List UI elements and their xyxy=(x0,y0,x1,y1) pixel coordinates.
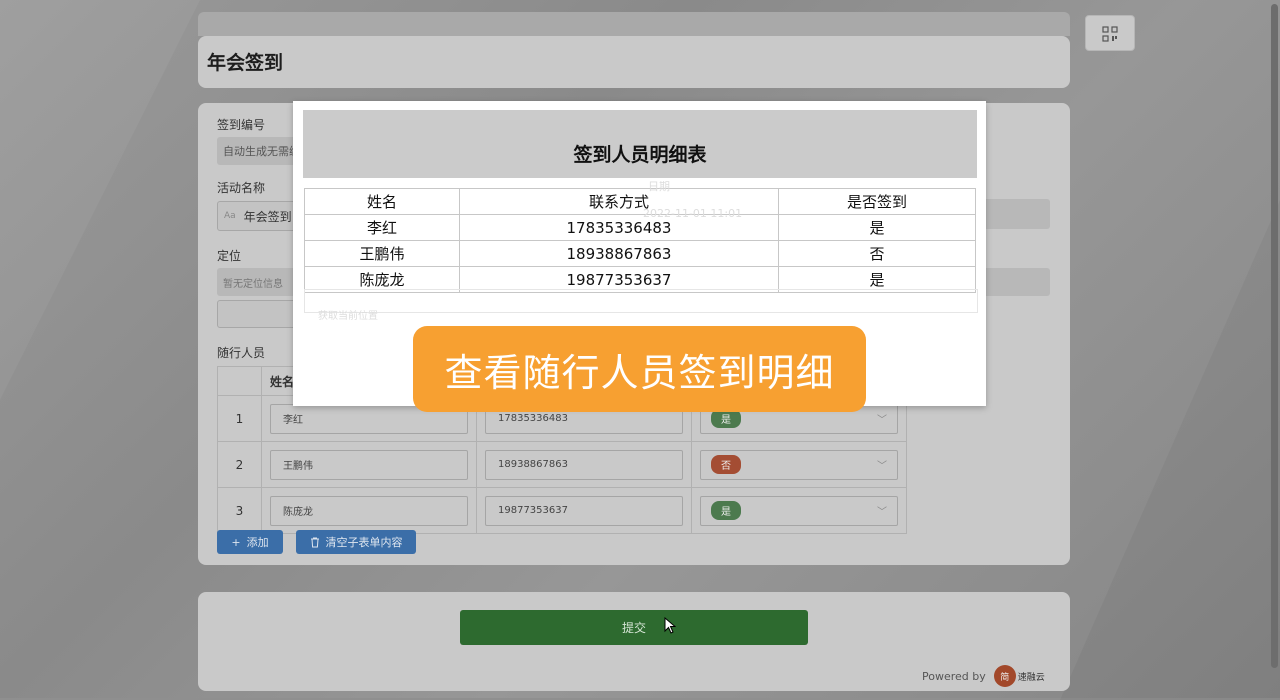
trash-icon xyxy=(310,537,319,547)
powered-by: Powered by 简 速融云 xyxy=(922,665,1045,687)
submit-label: 提交 xyxy=(621,621,646,635)
location-placeholder: 暂无定位信息 xyxy=(223,278,283,290)
ghost-date-value: 2022-11-01 11:01 xyxy=(643,207,743,220)
header-strip xyxy=(198,12,1070,36)
caption-banner: 查看随行人员签到明细 xyxy=(413,326,866,412)
add-row-label: 添加 xyxy=(246,536,269,549)
background-shape xyxy=(1060,200,1280,700)
ghost-date-label: 日期 xyxy=(648,180,670,193)
table-row: 2 王鹏伟 18938867863 否 ﹀ xyxy=(217,441,907,488)
sign-no-label: 签到编号 xyxy=(217,118,266,132)
row-index: 2 xyxy=(217,441,262,488)
detail-header-name: 姓名 xyxy=(304,188,460,215)
detail-header-signed: 是否签到 xyxy=(778,188,976,215)
qr-code-icon xyxy=(1102,26,1118,42)
index-header xyxy=(217,366,262,396)
table-row: 3 陈庞龙 19877353637 是 ﹀ xyxy=(217,487,907,534)
location-label: 定位 xyxy=(217,249,242,263)
detail-row: 王鹏伟 18938867863 否 xyxy=(304,240,976,267)
detail-cell: 李红 xyxy=(304,214,460,241)
status-badge: 否 xyxy=(711,455,741,474)
name-input[interactable]: 王鹏伟 xyxy=(270,449,468,480)
name-input[interactable]: 陈庞龙 xyxy=(270,495,468,526)
detail-cell: 是 xyxy=(778,214,976,241)
detail-table: 姓名 联系方式 是否签到 李红 17835336483 是 王鹏伟 189388… xyxy=(304,188,976,293)
text-type-icon: Aa xyxy=(224,211,236,221)
qr-code-button[interactable] xyxy=(1085,15,1135,51)
row-index: 1 xyxy=(217,395,262,442)
phone-input[interactable]: 19877353637 xyxy=(485,495,683,526)
vertical-scrollbar[interactable] xyxy=(1271,4,1278,668)
mouse-cursor-icon xyxy=(664,617,676,634)
submit-button[interactable]: 提交 xyxy=(460,610,808,645)
title-card: 年会签到 xyxy=(198,36,1070,88)
add-row-button[interactable]: + 添加 xyxy=(217,530,283,554)
signed-select[interactable]: 否 ﹀ xyxy=(700,449,898,480)
detail-cell: 18938867863 xyxy=(459,240,779,267)
brand-name: 速融云 xyxy=(1017,672,1045,683)
status-badge: 是 xyxy=(711,501,741,520)
activity-label: 活动名称 xyxy=(217,181,266,195)
detail-cell: 王鹏伟 xyxy=(304,240,460,267)
modal-header: 签到人员明细表 xyxy=(303,110,977,178)
background-shape xyxy=(0,0,200,400)
row-index: 3 xyxy=(217,487,262,534)
ghost-location-button: 获取当前位置 xyxy=(318,311,378,322)
detail-cell: 否 xyxy=(778,240,976,267)
phone-input[interactable]: 18938867863 xyxy=(485,449,683,480)
plus-icon: + xyxy=(231,535,241,549)
chevron-down-icon: ﹀ xyxy=(877,461,887,472)
clear-subform-button[interactable]: 清空子表单内容 xyxy=(296,530,416,554)
activity-value: 年会签到 xyxy=(243,209,292,224)
chevron-down-icon: ﹀ xyxy=(877,507,887,518)
signed-select[interactable]: 是 ﹀ xyxy=(700,495,898,526)
brand-logo: 简 xyxy=(993,665,1016,687)
page-title: 年会签到 xyxy=(207,52,284,74)
detail-empty-row xyxy=(304,289,978,313)
companions-label: 随行人员 xyxy=(217,346,266,360)
caption-text: 查看随行人员签到明细 xyxy=(444,350,835,395)
modal-title: 签到人员明细表 xyxy=(573,144,707,166)
chevron-down-icon: ﹀ xyxy=(877,415,887,426)
powered-by-text: Powered by xyxy=(922,669,986,683)
clear-subform-label: 清空子表单内容 xyxy=(325,536,403,549)
detail-row: 李红 17835336483 是 xyxy=(304,214,976,241)
